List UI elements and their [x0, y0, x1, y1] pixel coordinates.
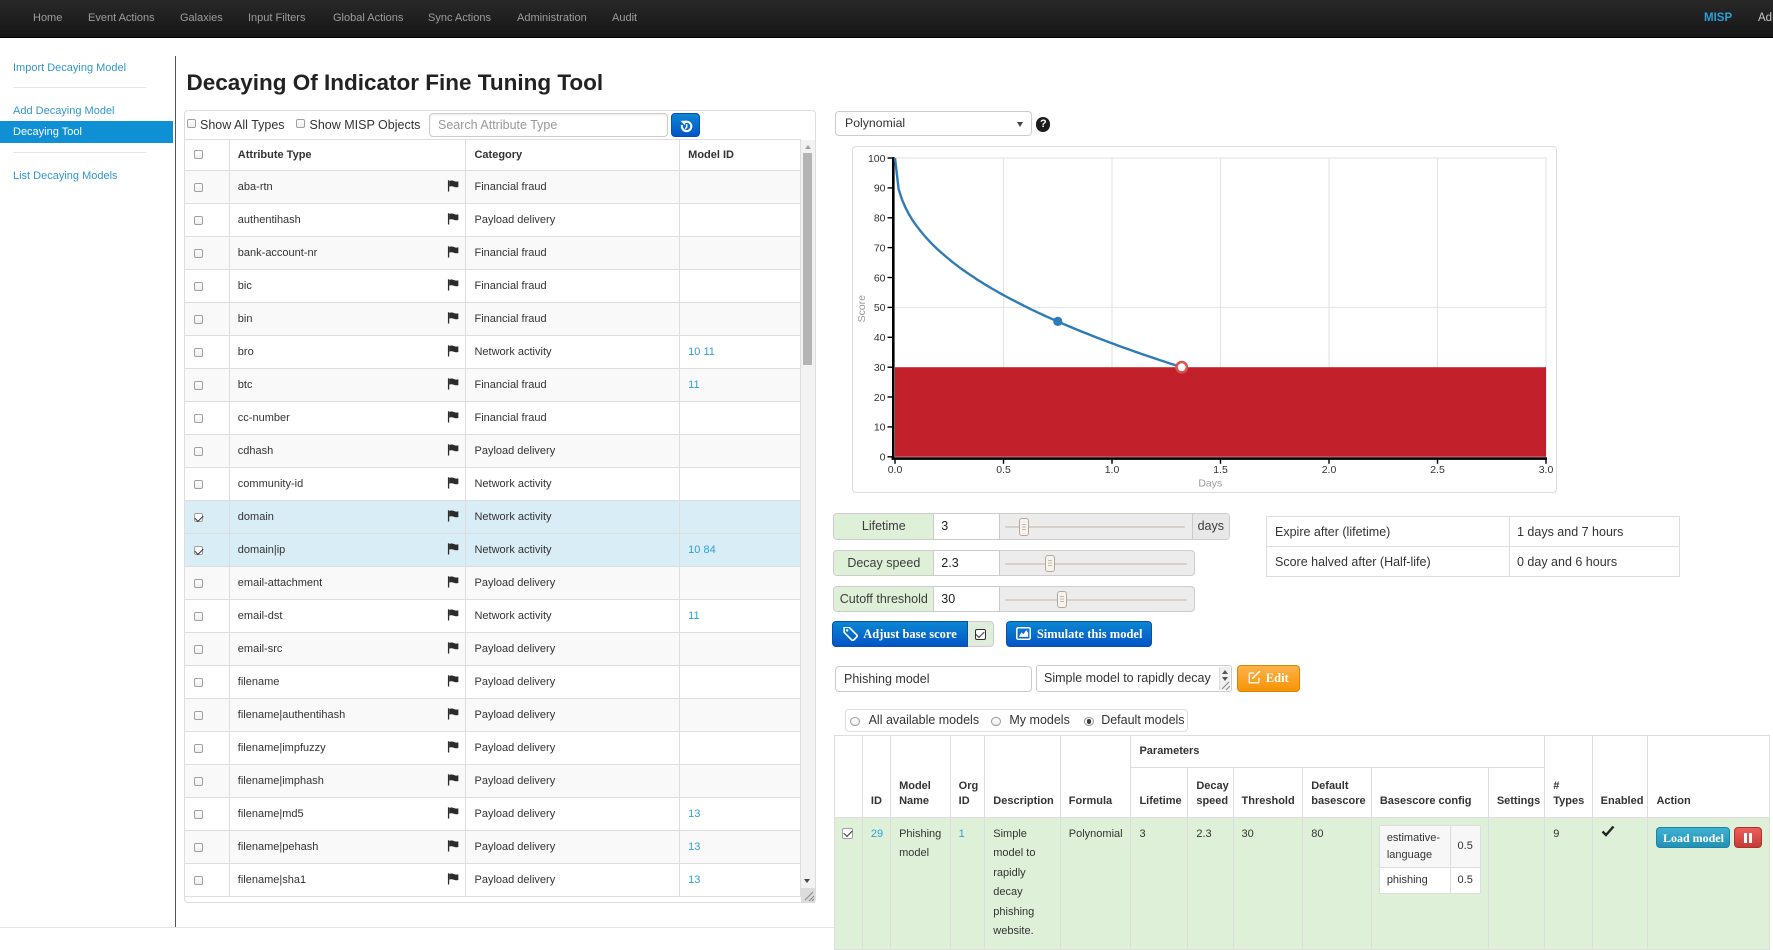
svg-text:30: 30 [874, 362, 886, 374]
svg-text:1.0: 1.0 [1105, 463, 1120, 475]
svg-text:40: 40 [874, 332, 886, 344]
svg-text:60: 60 [874, 272, 886, 284]
svg-text:2.5: 2.5 [1430, 463, 1445, 475]
svg-text:50: 50 [874, 302, 886, 314]
svg-text:70: 70 [874, 242, 886, 254]
svg-text:Score: Score [856, 294, 868, 322]
svg-text:0: 0 [880, 451, 886, 463]
svg-text:1.5: 1.5 [1213, 463, 1228, 475]
svg-text:80: 80 [874, 212, 886, 224]
svg-text:100: 100 [868, 152, 886, 164]
svg-text:90: 90 [874, 182, 886, 194]
svg-text:10: 10 [874, 421, 886, 433]
svg-text:0.0: 0.0 [888, 463, 903, 475]
svg-text:3.0: 3.0 [1539, 463, 1554, 475]
svg-text:2.0: 2.0 [1322, 463, 1337, 475]
svg-text:20: 20 [874, 391, 886, 403]
svg-text:0.5: 0.5 [996, 463, 1011, 475]
svg-text:Days: Days [1198, 477, 1222, 489]
